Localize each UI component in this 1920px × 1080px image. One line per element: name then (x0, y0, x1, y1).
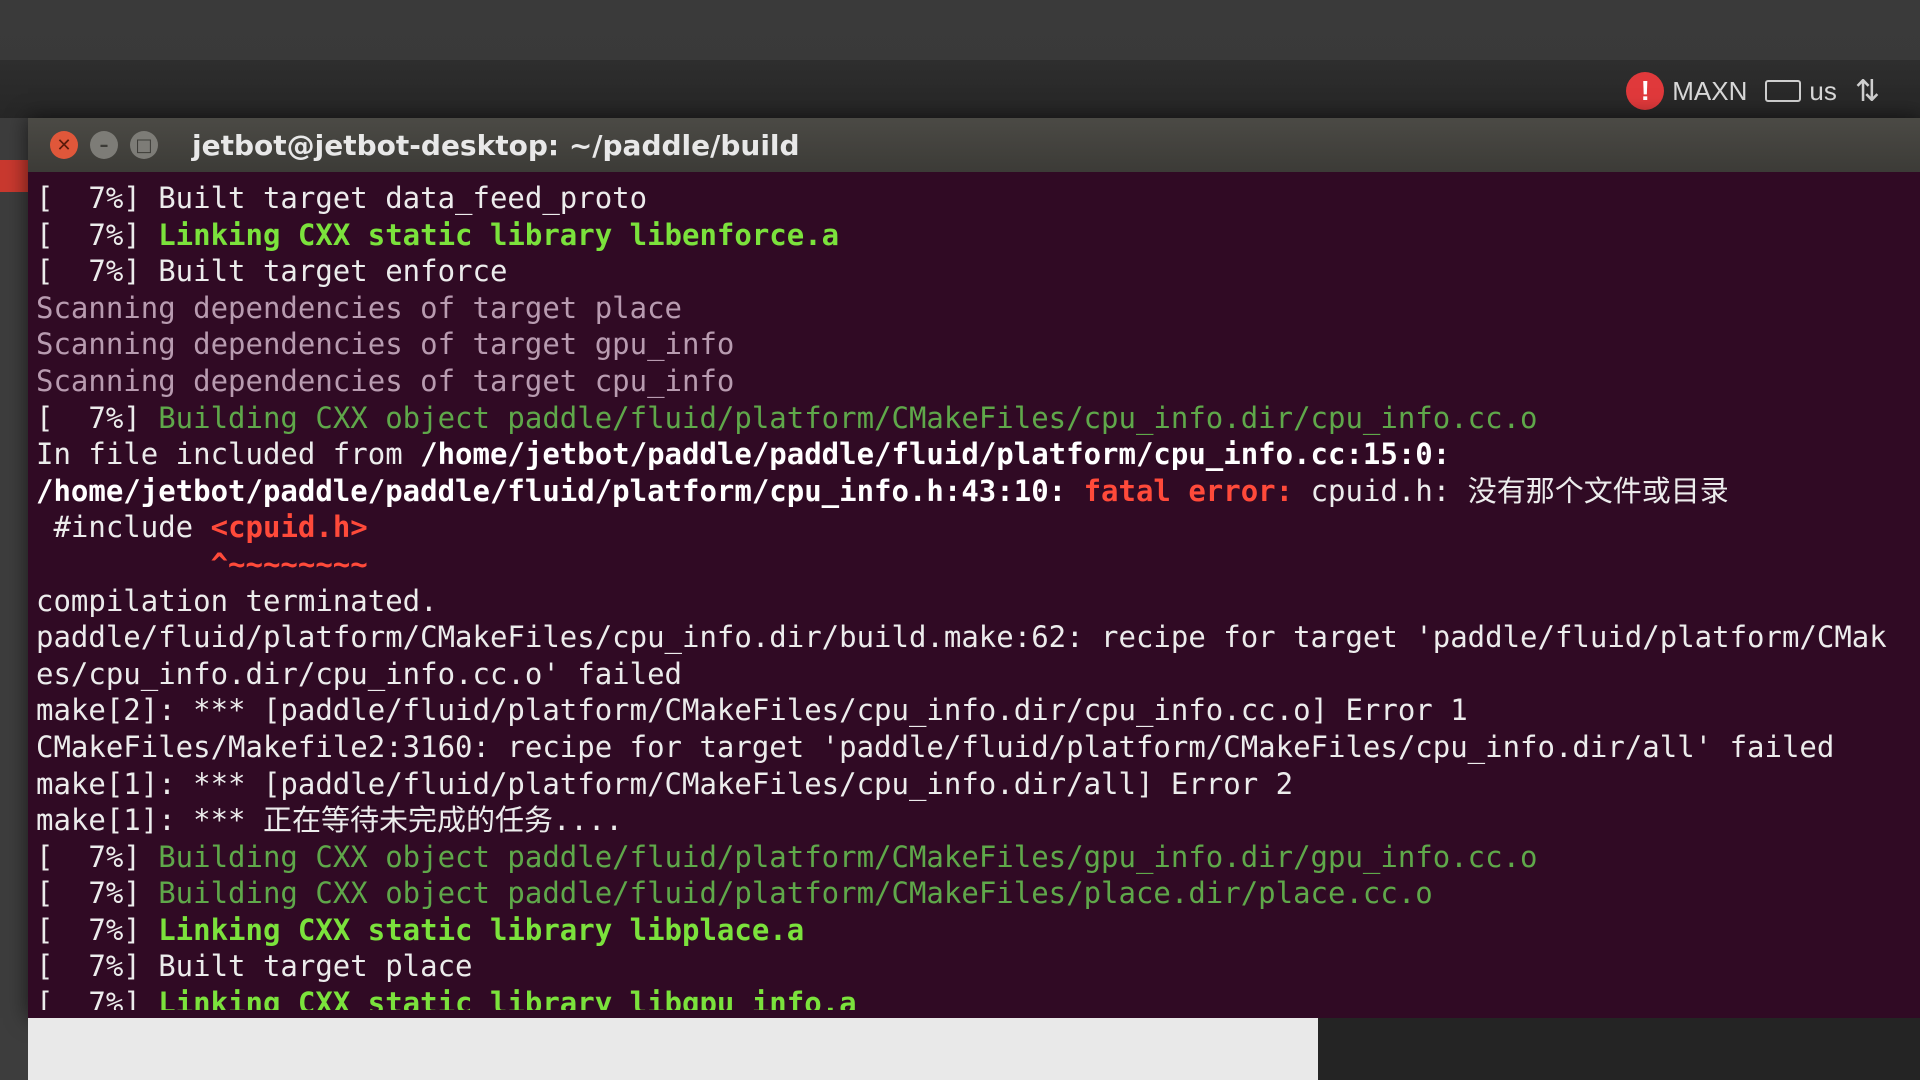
terminal-text-segment: [ 7%] (36, 986, 159, 1010)
power-mode-label: MAXN (1672, 75, 1748, 106)
network-updown-icon: ⇅ (1854, 74, 1880, 108)
terminal-text-segment: In file included from (36, 437, 421, 472)
terminal-text-segment: Linking CXX static library libgpu_info.a (158, 986, 857, 1010)
terminal-text-segment: [ 7%] (36, 400, 159, 435)
power-mode-indicator[interactable]: ! MAXN (1626, 72, 1747, 110)
terminal-line: [ 7%] Building CXX object paddle/fluid/p… (36, 400, 1920, 437)
terminal-text-segment: es/cpu_info.dir/cpu_info.cc.o' failed (36, 656, 683, 691)
terminal-line: [ 7%] Linking CXX static library libenfo… (36, 217, 1920, 254)
terminal-line: In file included from /home/jetbot/paddl… (36, 436, 1920, 473)
terminal-text-segment: make[1]: *** [paddle/fluid/platform/CMak… (36, 766, 1294, 801)
warning-icon[interactable]: ! (1626, 72, 1665, 110)
terminal-text-segment: Linking CXX static library libplace.a (158, 912, 805, 947)
background-mark (0, 160, 28, 192)
maximize-icon: □ (135, 134, 153, 156)
terminal-text-segment: #include (36, 510, 211, 545)
terminal-text-segment: Scanning dependencies of target place (36, 290, 683, 325)
terminal-text-segment: /home/jetbot/paddle/paddle/fluid/platfor… (36, 473, 1084, 508)
terminal-line: paddle/fluid/platform/CMakeFiles/cpu_inf… (36, 619, 1920, 656)
terminal-text-segment: [ 7%] (36, 876, 159, 911)
terminal-line: [ 7%] Linking CXX static library libplac… (36, 912, 1920, 949)
terminal-line: [ 7%] Built target enforce (36, 253, 1920, 290)
terminal-text-segment: compilation terminated. (36, 583, 438, 618)
terminal-text-segment: cpuid.h: 没有那个文件或目录 (1310, 473, 1729, 508)
close-icon: ✕ (56, 134, 72, 156)
terminal-text-segment: Building CXX object paddle/fluid/platfor… (158, 400, 1538, 435)
terminal-line: [ 7%] Linking CXX static library libgpu_… (36, 985, 1920, 1010)
background-edge (0, 118, 28, 1080)
terminal-text-segment: make[2]: *** [paddle/fluid/platform/CMak… (36, 693, 1468, 728)
keyboard-layout-label: us (1809, 75, 1837, 106)
window-titlebar[interactable]: ✕ – □ jetbot@jetbot-desktop: ~/paddle/bu… (28, 118, 1920, 172)
terminal-line: make[1]: *** [paddle/fluid/platform/CMak… (36, 766, 1920, 803)
terminal-text-segment: Scanning dependencies of target gpu_info (36, 327, 735, 362)
terminal-text-segment: make[1]: *** 正在等待未完成的任务.... (36, 803, 623, 838)
background-dark-area (1318, 1018, 1920, 1080)
terminal-text-segment: Building CXX object paddle/fluid/platfor… (158, 876, 1433, 911)
window-title: jetbot@jetbot-desktop: ~/paddle/build (192, 128, 800, 162)
terminal-text-segment: ^~~~~~~~~ (36, 546, 368, 581)
background-light-area (28, 1018, 1318, 1080)
terminal-line: CMakeFiles/Makefile2:3160: recipe for ta… (36, 729, 1920, 766)
terminal-text-segment: [ 7%] (36, 912, 159, 947)
terminal-window[interactable]: ✕ – □ jetbot@jetbot-desktop: ~/paddle/bu… (28, 118, 1920, 1018)
terminal-text-segment: fatal error: (1083, 473, 1311, 508)
terminal-line: [ 7%] Building CXX object paddle/fluid/p… (36, 875, 1920, 912)
terminal-text-segment: [ 7%] Built target data_feed_proto (36, 181, 648, 215)
terminal-text-segment: [ 7%] (36, 839, 159, 874)
keyboard-layout-indicator[interactable]: us (1765, 75, 1837, 107)
terminal-line: [ 7%] Built target place (36, 948, 1920, 985)
terminal-line: es/cpu_info.dir/cpu_info.cc.o' failed (36, 656, 1920, 693)
terminal-line: make[1]: *** 正在等待未完成的任务.... (36, 802, 1920, 839)
terminal-line: /home/jetbot/paddle/paddle/fluid/platfor… (36, 473, 1920, 510)
terminal-output[interactable]: [ 7%] Built target data_feed_proto[ 7%] … (28, 172, 1920, 1010)
terminal-text-segment: [ 7%] Built target enforce (36, 254, 508, 289)
terminal-line: [ 7%] Built target data_feed_proto (36, 180, 1920, 217)
terminal-line: Scanning dependencies of target cpu_info (36, 363, 1920, 400)
keyboard-icon (1765, 80, 1802, 102)
terminal-line: ^~~~~~~~~ (36, 546, 1920, 583)
terminal-line: make[2]: *** [paddle/fluid/platform/CMak… (36, 692, 1920, 729)
terminal-line: #include <cpuid.h> (36, 509, 1920, 546)
network-indicator[interactable]: ⇅ (1855, 74, 1880, 109)
desktop: ! MAXN us ⇅ ✕ – □ jetbot@jetbot-desktop:… (0, 0, 1920, 1080)
terminal-text-segment: Linking CXX static library libenforce.a (158, 217, 840, 252)
close-button[interactable]: ✕ (50, 131, 78, 159)
system-indicators: ! MAXN us ⇅ (1626, 72, 1880, 110)
terminal-text-segment: /home/jetbot/paddle/paddle/fluid/platfor… (420, 437, 1451, 472)
minimize-icon: – (99, 134, 109, 156)
terminal-text-segment: <cpuid.h> (210, 510, 368, 545)
terminal-text-segment: [ 7%] (36, 217, 159, 252)
terminal-line: Scanning dependencies of target gpu_info (36, 326, 1920, 363)
maximize-button[interactable]: □ (130, 131, 158, 159)
terminal-line: Scanning dependencies of target place (36, 290, 1920, 327)
terminal-text-segment: [ 7%] Built target place (36, 949, 473, 984)
minimize-button[interactable]: – (90, 131, 118, 159)
terminal-text-segment: Building CXX object paddle/fluid/platfor… (158, 839, 1538, 874)
terminal-line: [ 7%] Building CXX object paddle/fluid/p… (36, 839, 1920, 876)
terminal-text-segment: paddle/fluid/platform/CMakeFiles/cpu_inf… (36, 620, 1887, 655)
terminal-line: compilation terminated. (36, 583, 1920, 620)
terminal-text-segment: Scanning dependencies of target cpu_info (36, 363, 735, 398)
terminal-text-segment: CMakeFiles/Makefile2:3160: recipe for ta… (36, 729, 1835, 764)
